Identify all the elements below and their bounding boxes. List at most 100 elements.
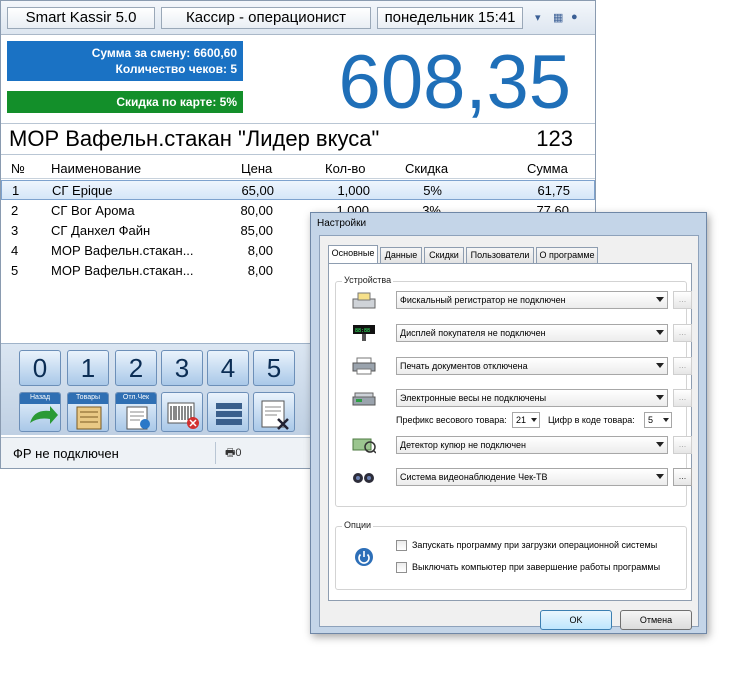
numkey-0[interactable]: 0 [19, 350, 61, 386]
col-num: № [11, 161, 25, 176]
autostart-checkbox[interactable] [396, 540, 407, 551]
weight-prefix-label: Префикс весового товара: [396, 415, 507, 425]
cell-price: 8,00 [247, 243, 273, 258]
cell-price: 8,00 [247, 263, 273, 278]
customer-display-select[interactable]: Дисплей покупателя не подключен [396, 324, 668, 342]
scales-value: Электронные весы не подключены [400, 393, 547, 403]
cctv-select[interactable]: Система видеонаблюдение Чек-ТВ [396, 468, 668, 486]
customer-display-settings-button[interactable]: ... [673, 324, 692, 342]
tab-about[interactable]: О программе [536, 247, 598, 263]
numkey-3[interactable]: 3 [161, 350, 203, 386]
fiscal-status: ФР не подключен [13, 446, 119, 461]
total-amount: 608,35 [338, 40, 571, 125]
deferred-check-button[interactable]: Отл.Чек [115, 392, 157, 432]
table-row[interactable]: 1 СГ Epique 65,00 1,000 5% 61,75 [1, 180, 595, 200]
devices-group: Устройства Фискальный регистратор не под… [335, 275, 692, 507]
weight-prefix-value: 21 [516, 415, 527, 425]
cancel-button[interactable]: Отмена [620, 610, 692, 630]
chevron-down-icon [656, 474, 664, 479]
status-divider [215, 442, 216, 464]
cell-price: 85,00 [240, 223, 273, 238]
grid-icon[interactable]: ▦ [553, 11, 563, 24]
cell-num: 4 [11, 243, 19, 258]
chevron-down-icon [656, 330, 664, 335]
fiscal-register-icon [352, 292, 376, 309]
numkey-4[interactable]: 4 [207, 350, 249, 386]
cell-num: 2 [11, 203, 19, 218]
numkey-1[interactable]: 1 [67, 350, 109, 386]
shutdown-label: Выключать компьютер при завершение работ… [412, 562, 661, 572]
cell-price: 80,00 [240, 203, 273, 218]
back-label: Назад [29, 394, 51, 401]
scales-icon [352, 392, 376, 406]
customer-display-icon: 88:88 [353, 325, 375, 341]
barcode-delete-icon [167, 402, 199, 429]
cell-name: МОР Вафельн.стакан... [51, 243, 194, 258]
cell-num: 3 [11, 223, 19, 238]
tab-discounts[interactable]: Скидки [424, 247, 464, 263]
dialog-title: Настройки [317, 218, 367, 229]
dialog-body: Основные Данные Скидки Пользователи О пр… [319, 235, 699, 630]
chevron-down-icon [531, 418, 537, 422]
goods-label: Товары [75, 394, 101, 401]
cell-discount: 5% [423, 183, 442, 198]
customer-display-value: Дисплей покупателя не подключен [400, 328, 546, 338]
goods-button[interactable]: Товары [67, 392, 109, 432]
chevron-down-icon [663, 418, 669, 422]
minimize-icon[interactable]: ▾ [535, 11, 541, 24]
tab-users[interactable]: Пользователи [466, 247, 534, 263]
chevron-down-icon [656, 442, 664, 447]
current-product: МОР Вафельн.стакан "Лидер вкуса" 123 [1, 123, 595, 155]
printer-icon [352, 357, 376, 375]
tab-main[interactable]: Основные [328, 245, 378, 264]
scales-settings-button[interactable]: ... [673, 389, 692, 407]
scales-select[interactable]: Электронные весы не подключены [396, 389, 668, 407]
product-code: 123 [536, 126, 573, 151]
check-count: Количество чеков: 5 [115, 62, 237, 76]
cctv-value: Система видеонаблюдение Чек-ТВ [400, 472, 548, 482]
product-name: МОР Вафельн.стакан "Лидер вкуса" [9, 126, 380, 151]
document-cancel-button[interactable] [253, 392, 295, 432]
bill-detector-settings-button[interactable]: ... [673, 436, 692, 454]
barcode-delete-button[interactable] [161, 392, 203, 432]
cell-name: СГ Вог Арома [51, 203, 135, 218]
stack-button[interactable] [207, 392, 249, 432]
col-qty: Кол-во [325, 161, 366, 176]
cctv-settings-button[interactable]: ... [673, 468, 692, 486]
status-counter-value: 0 [235, 447, 242, 459]
chevron-down-icon [656, 363, 664, 368]
shutdown-checkbox[interactable] [396, 562, 407, 573]
code-digits-select[interactable]: 5 [644, 412, 672, 428]
cell-qty: 1,000 [337, 183, 370, 198]
fiscal-register-select[interactable]: Фискальный регистратор не подключен [396, 291, 668, 309]
cell-name: СГ Epique [52, 183, 113, 198]
power-icon [355, 548, 373, 566]
options-group: Опции Запускать программу при загрузки о… [335, 520, 687, 590]
code-digits-label: Цифр в коде товара: [548, 415, 635, 425]
fiscal-register-settings-button[interactable]: ... [673, 291, 692, 309]
numkey-2[interactable]: 2 [115, 350, 157, 386]
deferred-check-label: Отл.Чек [122, 394, 150, 401]
cell-name: МОР Вафельн.стакан... [51, 263, 194, 278]
cashier-role: Кассир - операционист [161, 7, 371, 29]
close-icon[interactable]: ● [571, 11, 578, 23]
document-printing-settings-button[interactable]: ... [673, 357, 692, 375]
bill-detector-select[interactable]: Детектор купюр не подключен [396, 436, 668, 454]
datetime: понедельник 15:41 [377, 7, 523, 29]
document-printing-value: Печать документов отключена [400, 361, 528, 371]
autostart-label: Запускать программу при загрузки операци… [412, 540, 658, 550]
numkey-5[interactable]: 5 [253, 350, 295, 386]
col-discount: Скидка [405, 161, 449, 176]
title-bar: Smart Kassir 5.0 Кассир - операционист п… [1, 1, 595, 35]
stack-icon [216, 403, 242, 425]
weight-prefix-select[interactable]: 21 [512, 412, 540, 428]
cell-price: 65,00 [241, 183, 274, 198]
tab-data[interactable]: Данные [380, 247, 422, 263]
back-button[interactable]: Назад [19, 392, 61, 432]
ok-button[interactable]: OK [540, 610, 612, 630]
document-printing-select[interactable]: Печать документов отключена [396, 357, 668, 375]
svg-text:88:88: 88:88 [355, 328, 370, 334]
chevron-down-icon [656, 395, 664, 400]
cctv-icon [353, 473, 374, 483]
bill-detector-icon [352, 438, 376, 454]
